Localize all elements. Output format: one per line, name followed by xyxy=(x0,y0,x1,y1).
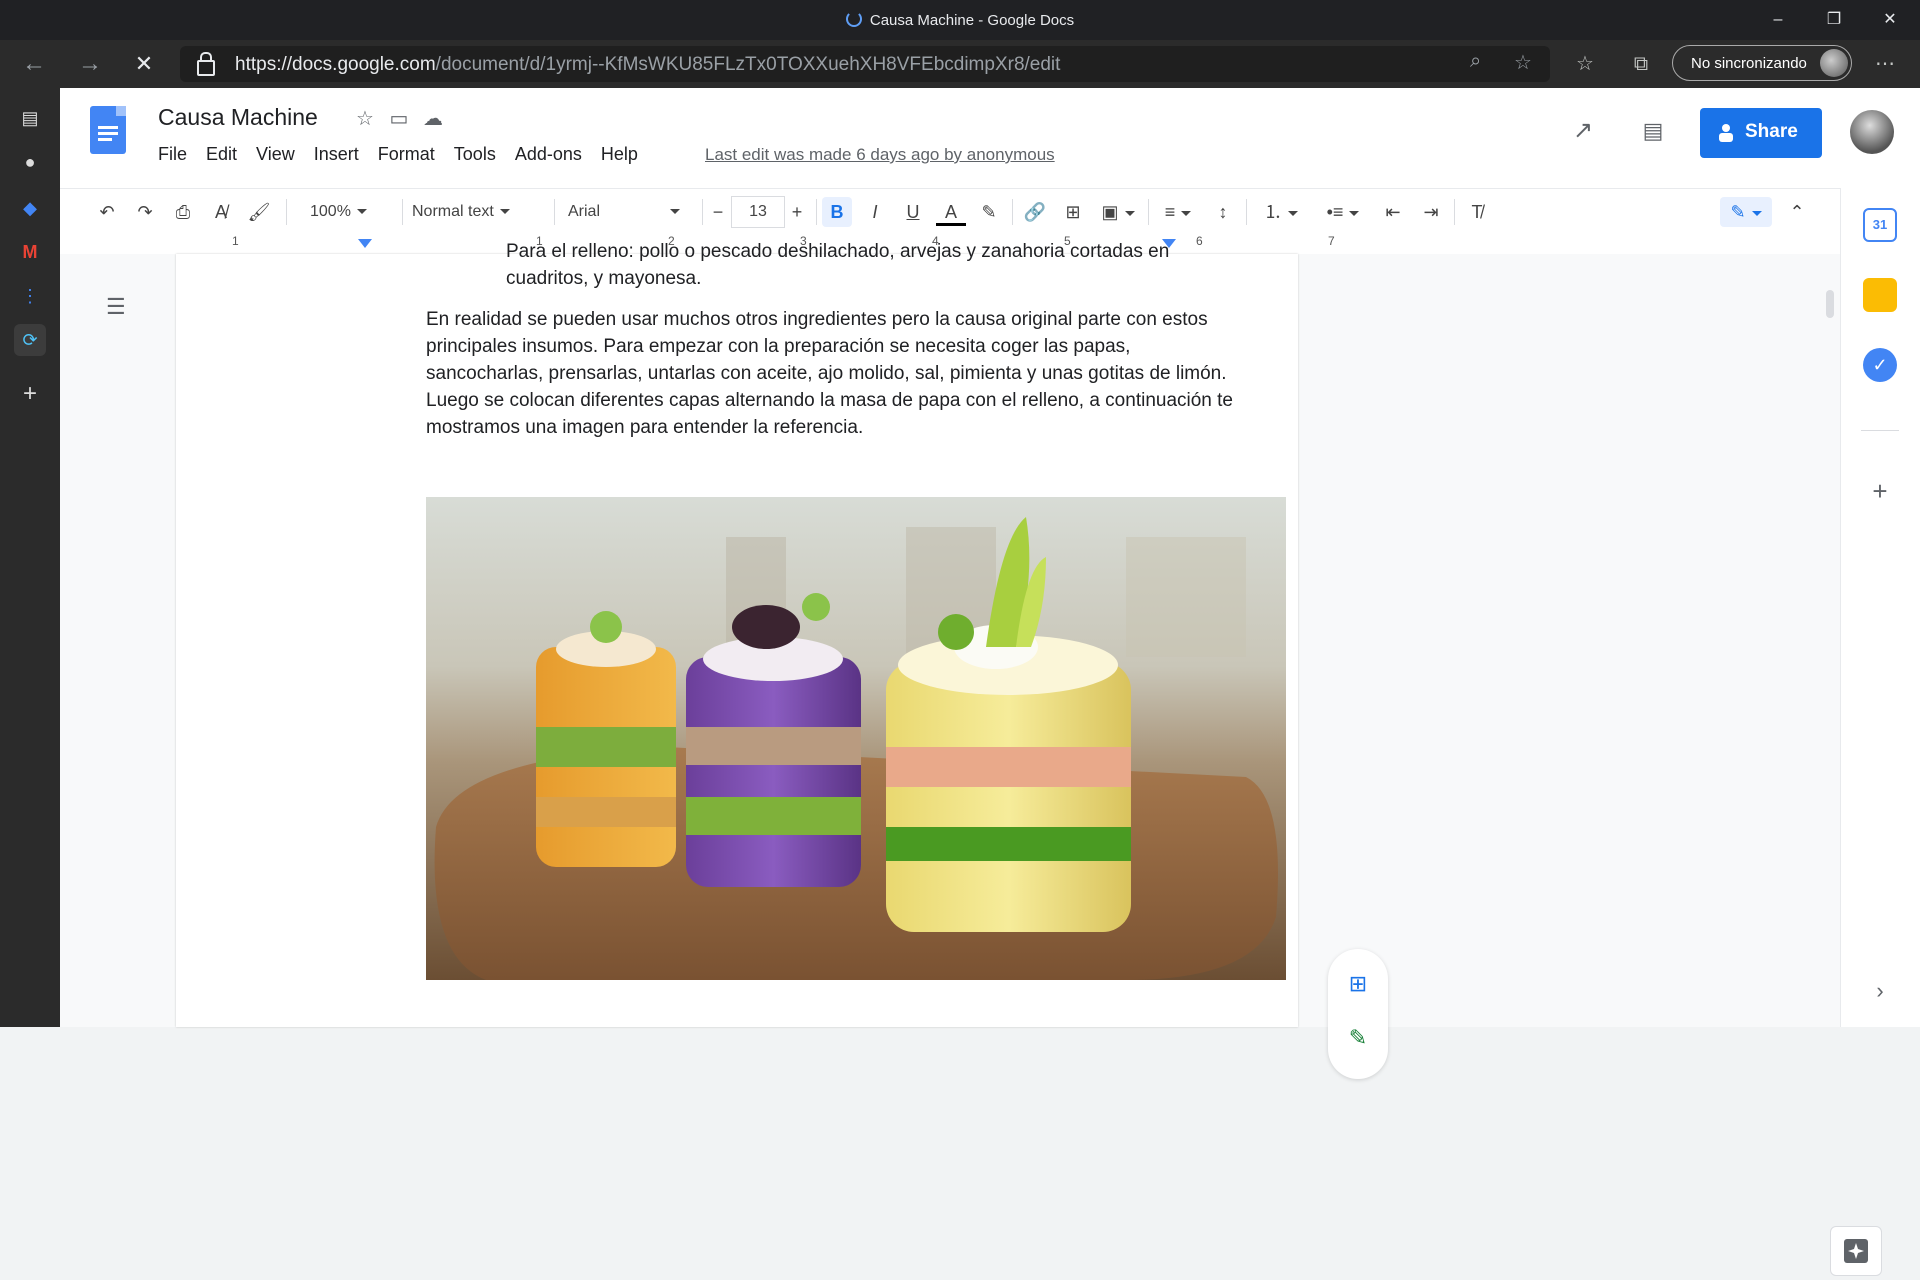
add-comment-float-icon[interactable]: ⊞ xyxy=(1343,969,1373,999)
active-tab-icon[interactable]: ⟳ xyxy=(14,324,46,356)
document-title[interactable]: Causa Machine xyxy=(158,104,318,131)
loading-icon xyxy=(845,11,862,27)
tasks-icon[interactable]: ✓ xyxy=(1863,348,1897,382)
increase-font-size-button[interactable]: + xyxy=(784,197,810,227)
ruler-mark: 1 xyxy=(232,234,239,248)
gmail-icon[interactable]: M xyxy=(14,236,46,268)
increase-indent-icon[interactable]: ⇥ xyxy=(1416,197,1446,227)
stop-loading-button[interactable]: ✕ xyxy=(126,48,162,80)
app-dots-icon[interactable]: ⋮ xyxy=(14,280,46,312)
add-icon[interactable]: + xyxy=(14,378,46,410)
extension-icon[interactable]: ◆ xyxy=(14,192,46,224)
account-avatar[interactable] xyxy=(1850,110,1894,154)
document-page[interactable]: Para el relleno: pollo o pescado deshila… xyxy=(176,241,1298,1027)
align-icon[interactable]: ≡ xyxy=(1156,197,1200,227)
calendar-icon[interactable]: 31 xyxy=(1863,208,1897,242)
favorites-icon[interactable]: ☆ xyxy=(1570,50,1600,78)
side-panel: 31 ✓ + › xyxy=(1840,188,1920,1027)
hide-side-panel-icon[interactable]: › xyxy=(1867,978,1893,1004)
document-canvas: ☰ Para el relleno: pollo o pescado deshi… xyxy=(60,241,1882,1276)
numbered-list-icon[interactable]: ⒈ xyxy=(1256,197,1306,227)
comments-icon[interactable]: ▤ xyxy=(1640,118,1666,144)
share-button[interactable]: Share xyxy=(1700,108,1822,158)
bold-button[interactable]: B xyxy=(822,197,852,227)
menu-tools[interactable]: Tools xyxy=(454,144,496,164)
window-title: Causa Machine - Google Docs xyxy=(0,11,1920,29)
left-indent-marker[interactable] xyxy=(358,239,372,248)
menu-addons[interactable]: Add-ons xyxy=(515,144,582,164)
menu-bar: File Edit View Insert Format Tools Add-ons Help xyxy=(158,144,657,165)
star-icon[interactable]: ☆ xyxy=(352,106,378,132)
zoom-icon[interactable]: ⌕ xyxy=(1470,50,1481,73)
clear-formatting-icon[interactable]: T̸ xyxy=(1462,197,1492,227)
restore-button[interactable]: ❐ xyxy=(1814,6,1854,34)
collapse-menus-icon[interactable]: ⌃ xyxy=(1782,197,1812,227)
menu-format[interactable]: Format xyxy=(378,144,435,164)
editing-toolbar: ↶ ↷ ⎙ A̸ 🖌 100% Normal text Arial − 13 +… xyxy=(60,188,1920,236)
decrease-font-size-button[interactable]: − xyxy=(705,197,731,227)
get-addons-icon[interactable]: + xyxy=(1867,478,1893,504)
docs-logo-icon[interactable] xyxy=(90,106,126,154)
italic-button[interactable]: I xyxy=(860,197,890,227)
minimize-button[interactable]: – xyxy=(1758,6,1798,34)
activity-trend-icon[interactable]: ↗ xyxy=(1570,118,1596,144)
menu-help[interactable]: Help xyxy=(601,144,638,164)
style-select[interactable]: Normal text xyxy=(412,197,542,227)
bulleted-list-icon[interactable]: •≡ xyxy=(1318,197,1368,227)
spellcheck-icon[interactable]: A̸ xyxy=(206,197,236,227)
url-text: https://docs.google.com/document/d/1yrmj… xyxy=(235,54,1061,75)
insert-image-icon[interactable]: ▣ xyxy=(1096,197,1140,227)
close-window-button[interactable]: ✕ xyxy=(1870,6,1910,34)
paint-format-icon[interactable]: 🖌 xyxy=(244,197,274,227)
underline-button[interactable]: U xyxy=(898,197,928,227)
menu-view[interactable]: View xyxy=(256,144,295,164)
document-outline-icon[interactable]: ☰ xyxy=(106,294,134,322)
suggest-edits-icon[interactable]: ✎ xyxy=(1343,1023,1373,1053)
highlight-color-icon[interactable]: ✎ xyxy=(974,197,1004,227)
add-comment-icon[interactable]: ⊞ xyxy=(1058,197,1088,227)
forward-button[interactable]: → xyxy=(72,48,108,80)
zoom-select[interactable]: 100% xyxy=(310,197,390,227)
move-folder-icon[interactable]: ▭ xyxy=(386,106,412,132)
causa-food-image[interactable] xyxy=(426,497,1286,980)
keep-icon[interactable] xyxy=(1863,278,1897,312)
decrease-indent-icon[interactable]: ⇤ xyxy=(1378,197,1408,227)
back-button[interactable]: ← xyxy=(16,48,52,80)
profile-avatar xyxy=(1820,49,1848,77)
print-icon[interactable]: ⎙ xyxy=(168,197,198,227)
menu-insert[interactable]: Insert xyxy=(314,144,359,164)
editing-mode-icon[interactable]: ✎ xyxy=(1720,197,1772,227)
browser-sidebar: ▤ ● ◆ M ⋮ ⟳ + xyxy=(0,88,60,1027)
add-favorite-icon[interactable]: ☆ xyxy=(1514,50,1532,75)
scrollbar-thumb[interactable] xyxy=(1826,290,1834,318)
undo-icon[interactable]: ↶ xyxy=(92,197,122,227)
font-select[interactable]: Arial xyxy=(568,197,698,227)
lock-person-icon xyxy=(1718,123,1734,143)
docs-header: Causa Machine ☆ ▭ ☁ File Edit View Insert Fo… xyxy=(60,88,1920,188)
menu-file[interactable]: File xyxy=(158,144,187,164)
cloud-status-icon[interactable]: ☁ xyxy=(420,106,446,132)
profile-sync-button[interactable]: No sincronizando xyxy=(1672,45,1852,81)
redo-icon[interactable]: ↷ xyxy=(130,197,160,227)
window-title-bar: Causa Machine - Google Docs – ❐ ✕ xyxy=(0,0,1920,40)
font-size-input[interactable]: 13 xyxy=(731,196,785,228)
tab-actions-icon[interactable]: ▤ xyxy=(14,102,46,134)
address-bar[interactable]: https://docs.google.com/document/d/1yrmj… xyxy=(180,46,1550,82)
last-edit-link[interactable]: Last edit was made 6 days ago by anonymo… xyxy=(705,145,1055,165)
body-paragraph: En realidad se pueden usar muchos otros … xyxy=(426,309,1233,438)
text-color-button[interactable]: A xyxy=(936,197,966,226)
app-icon[interactable]: ● xyxy=(14,146,46,178)
insert-link-icon[interactable]: 🔗 xyxy=(1020,197,1050,227)
menu-edit[interactable]: Edit xyxy=(206,144,237,164)
more-menu-icon[interactable]: ⋯ xyxy=(1870,50,1900,78)
floating-actions: ⊞ ✎ xyxy=(1328,949,1388,1079)
collections-icon[interactable]: ⧉ xyxy=(1626,50,1656,78)
partial-bullet-text: Para el relleno: pollo o pescado deshila… xyxy=(506,241,1170,289)
browser-toolbar: ← → ✕ https://docs.google.com/document/d… xyxy=(0,40,1920,88)
line-spacing-icon[interactable]: ↕ xyxy=(1208,197,1238,227)
lock-icon xyxy=(197,52,215,76)
explore-button[interactable] xyxy=(1830,1226,1882,1276)
ruler-mark: 7 xyxy=(1328,234,1335,248)
